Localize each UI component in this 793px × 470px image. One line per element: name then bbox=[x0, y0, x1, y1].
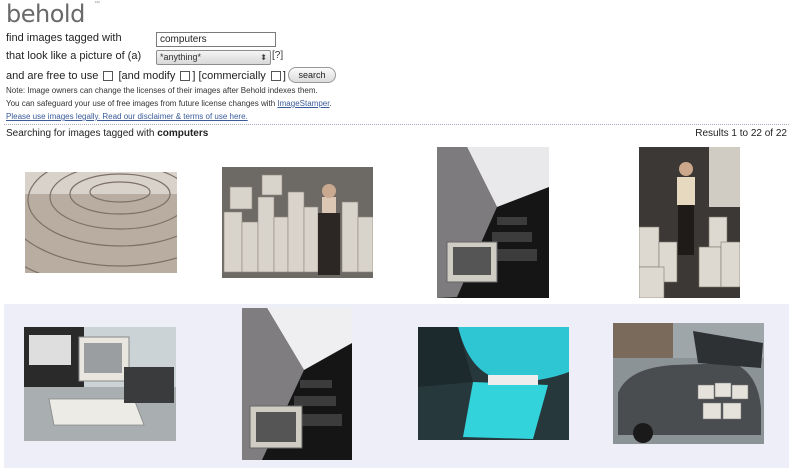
searching-prefix: Searching for images tagged with bbox=[6, 128, 158, 139]
disclaimer-link[interactable]: Please use images legally. Read our disc… bbox=[6, 112, 248, 121]
look-like-selected: *anything* bbox=[160, 52, 202, 62]
help-link[interactable]: [?] bbox=[272, 50, 283, 61]
trademark-symbol: ™ bbox=[94, 1, 100, 7]
result-thumbnail-5[interactable] bbox=[24, 327, 176, 441]
modify-checkbox[interactable] bbox=[180, 71, 191, 82]
car-with-monitors-photo bbox=[613, 323, 764, 444]
free-label: and are free to use bbox=[6, 70, 99, 82]
search-button[interactable]: search bbox=[288, 67, 336, 83]
result-thumbnail-8[interactable] bbox=[613, 323, 764, 444]
monitor-corridor-photo bbox=[437, 147, 549, 298]
tagged-label: find images tagged with bbox=[6, 32, 122, 44]
crt-computer-desk-photo bbox=[24, 327, 176, 441]
commercial-checkbox[interactable] bbox=[270, 71, 281, 82]
searching-text: Searching for images tagged with compute… bbox=[6, 128, 208, 139]
behold-logo[interactable]: behold ™ bbox=[6, 0, 100, 28]
result-thumbnail-3[interactable] bbox=[437, 147, 549, 298]
header-separator bbox=[4, 124, 789, 125]
free-checkbox[interactable] bbox=[103, 71, 114, 82]
imagestamper-suffix: . bbox=[329, 99, 332, 108]
logo-text: behold bbox=[6, 0, 85, 28]
modify-label: [and modify bbox=[118, 70, 176, 82]
license-row: and are free to use [and modify ] [comme… bbox=[6, 70, 286, 82]
man-standing-computers-photo bbox=[639, 147, 740, 298]
imagestamper-note: You can safeguard your use of free image… bbox=[6, 99, 332, 108]
disclaimer-link-row: Please use images legally. Read our disc… bbox=[6, 112, 248, 121]
monitor-corridor-photo-2 bbox=[242, 308, 352, 460]
results-count: Results 1 to 22 of 22 bbox=[695, 128, 787, 139]
license-note: Note: Image owners can change the licens… bbox=[6, 86, 318, 95]
result-thumbnail-7[interactable] bbox=[418, 327, 569, 440]
commercial-close: ] bbox=[282, 70, 286, 82]
tag-search-input[interactable]: computers bbox=[156, 32, 276, 47]
pavement-photo bbox=[25, 172, 177, 273]
searching-term: computers bbox=[157, 128, 209, 139]
result-thumbnail-2[interactable] bbox=[222, 167, 373, 278]
result-thumbnail-6[interactable] bbox=[242, 308, 352, 460]
look-like-label: that look like a picture of (a) bbox=[6, 50, 142, 62]
chevron-updown-icon: ⬍ bbox=[260, 53, 267, 62]
modify-close: ] bbox=[192, 70, 196, 82]
imagestamper-prefix: You can safeguard your use of free image… bbox=[6, 99, 278, 108]
imagestamper-link[interactable]: ImageStamper bbox=[277, 99, 329, 108]
look-like-select[interactable]: *anything* ⬍ bbox=[156, 50, 271, 65]
cyan-abstract-photo bbox=[418, 327, 569, 440]
man-with-computers-photo bbox=[222, 167, 373, 278]
result-thumbnail-1[interactable] bbox=[25, 172, 177, 273]
commercial-label: [commercially bbox=[198, 70, 266, 82]
result-thumbnail-4[interactable] bbox=[639, 147, 740, 298]
